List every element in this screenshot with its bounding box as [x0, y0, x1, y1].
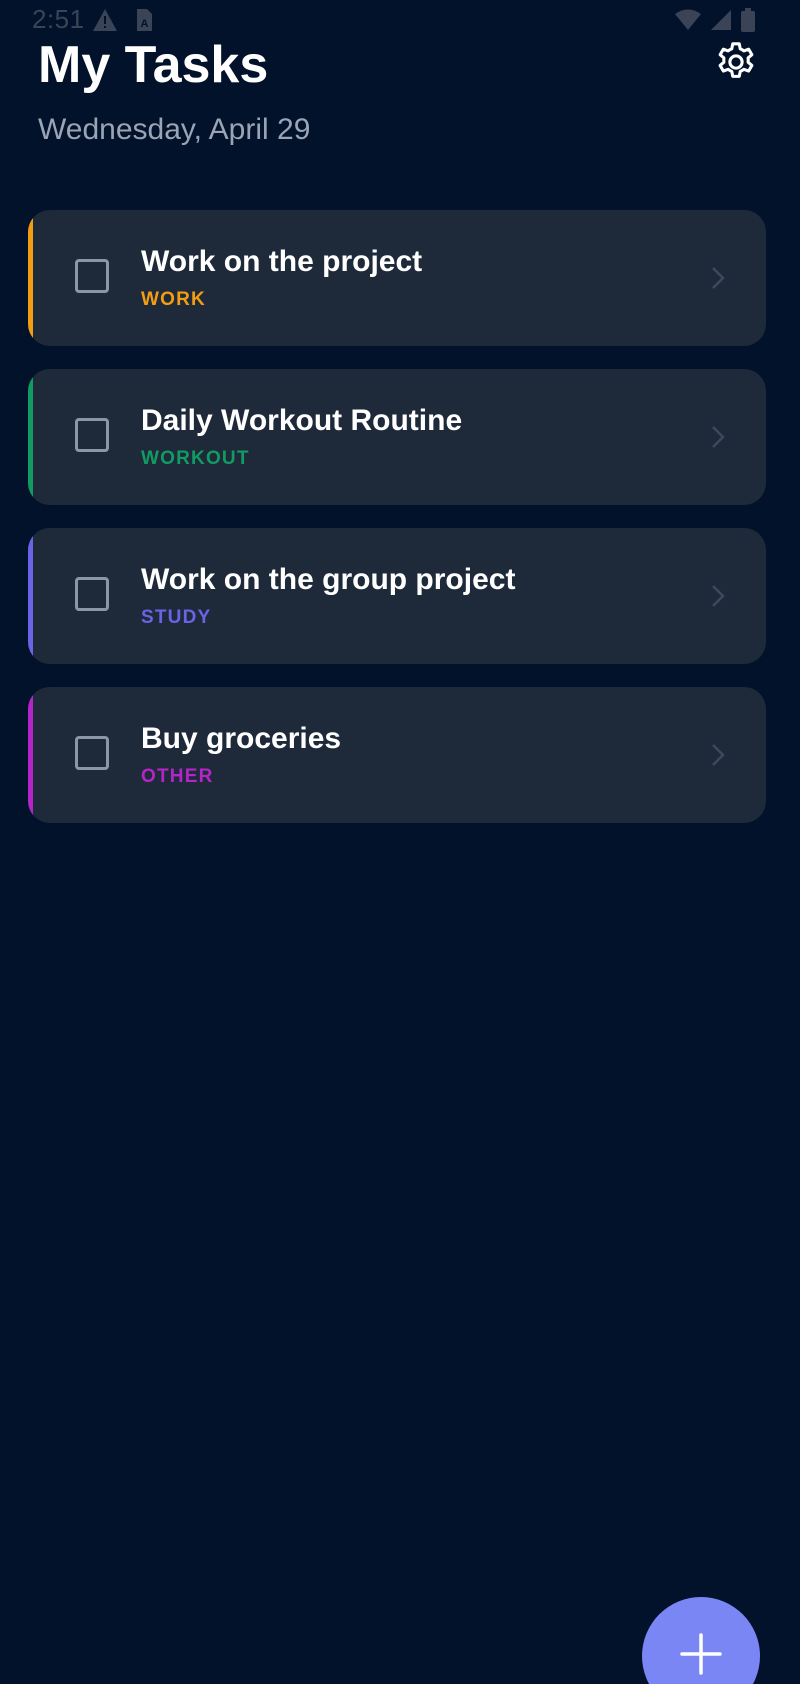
- task-card[interactable]: Buy groceries OTHER: [28, 687, 766, 823]
- task-card[interactable]: Daily Workout Routine WORKOUT: [28, 369, 766, 505]
- chevron-right-icon: [708, 741, 728, 769]
- task-category-label: STUDY: [141, 607, 212, 628]
- warning-icon: [92, 8, 118, 37]
- settings-button[interactable]: [712, 40, 760, 88]
- task-card[interactable]: Work on the project WORK: [28, 210, 766, 346]
- task-card[interactable]: Work on the group project STUDY: [28, 528, 766, 664]
- plus-icon: [679, 1632, 723, 1681]
- status-system-icons: [674, 8, 756, 37]
- task-category-accent: [28, 687, 33, 823]
- status-notification-icons: A: [92, 8, 154, 37]
- task-checkbox[interactable]: [75, 418, 109, 452]
- task-list-screen: 2:51 A My Tasks Wednesday, April 29 Work…: [0, 0, 800, 1684]
- chevron-right-icon: [708, 582, 728, 610]
- task-checkbox[interactable]: [75, 577, 109, 611]
- svg-text:A: A: [141, 18, 149, 30]
- gear-icon: [713, 39, 759, 90]
- task-category-label: WORKOUT: [141, 448, 250, 469]
- chevron-right-icon: [708, 423, 728, 451]
- task-category-accent: [28, 369, 33, 505]
- task-category-label: WORK: [141, 289, 206, 310]
- sim-card-icon: A: [134, 8, 154, 37]
- task-category-label: OTHER: [141, 766, 214, 787]
- task-title: Work on the project: [141, 245, 423, 278]
- page-date: Wednesday, April 29: [38, 113, 311, 146]
- task-checkbox[interactable]: [75, 259, 109, 293]
- add-task-button[interactable]: [642, 1597, 760, 1684]
- page-title: My Tasks: [38, 36, 269, 94]
- cellular-signal-icon: [710, 9, 732, 36]
- task-title: Work on the group project: [141, 563, 516, 596]
- chevron-right-icon: [708, 264, 728, 292]
- task-list: Work on the project WORK Daily Workout R…: [28, 210, 766, 846]
- task-checkbox[interactable]: [75, 736, 109, 770]
- task-category-accent: [28, 210, 33, 346]
- task-title: Daily Workout Routine: [141, 404, 463, 437]
- task-title: Buy groceries: [141, 722, 342, 755]
- task-category-accent: [28, 528, 33, 664]
- status-time: 2:51: [32, 4, 85, 34]
- wifi-icon: [674, 9, 702, 36]
- battery-icon: [740, 8, 756, 37]
